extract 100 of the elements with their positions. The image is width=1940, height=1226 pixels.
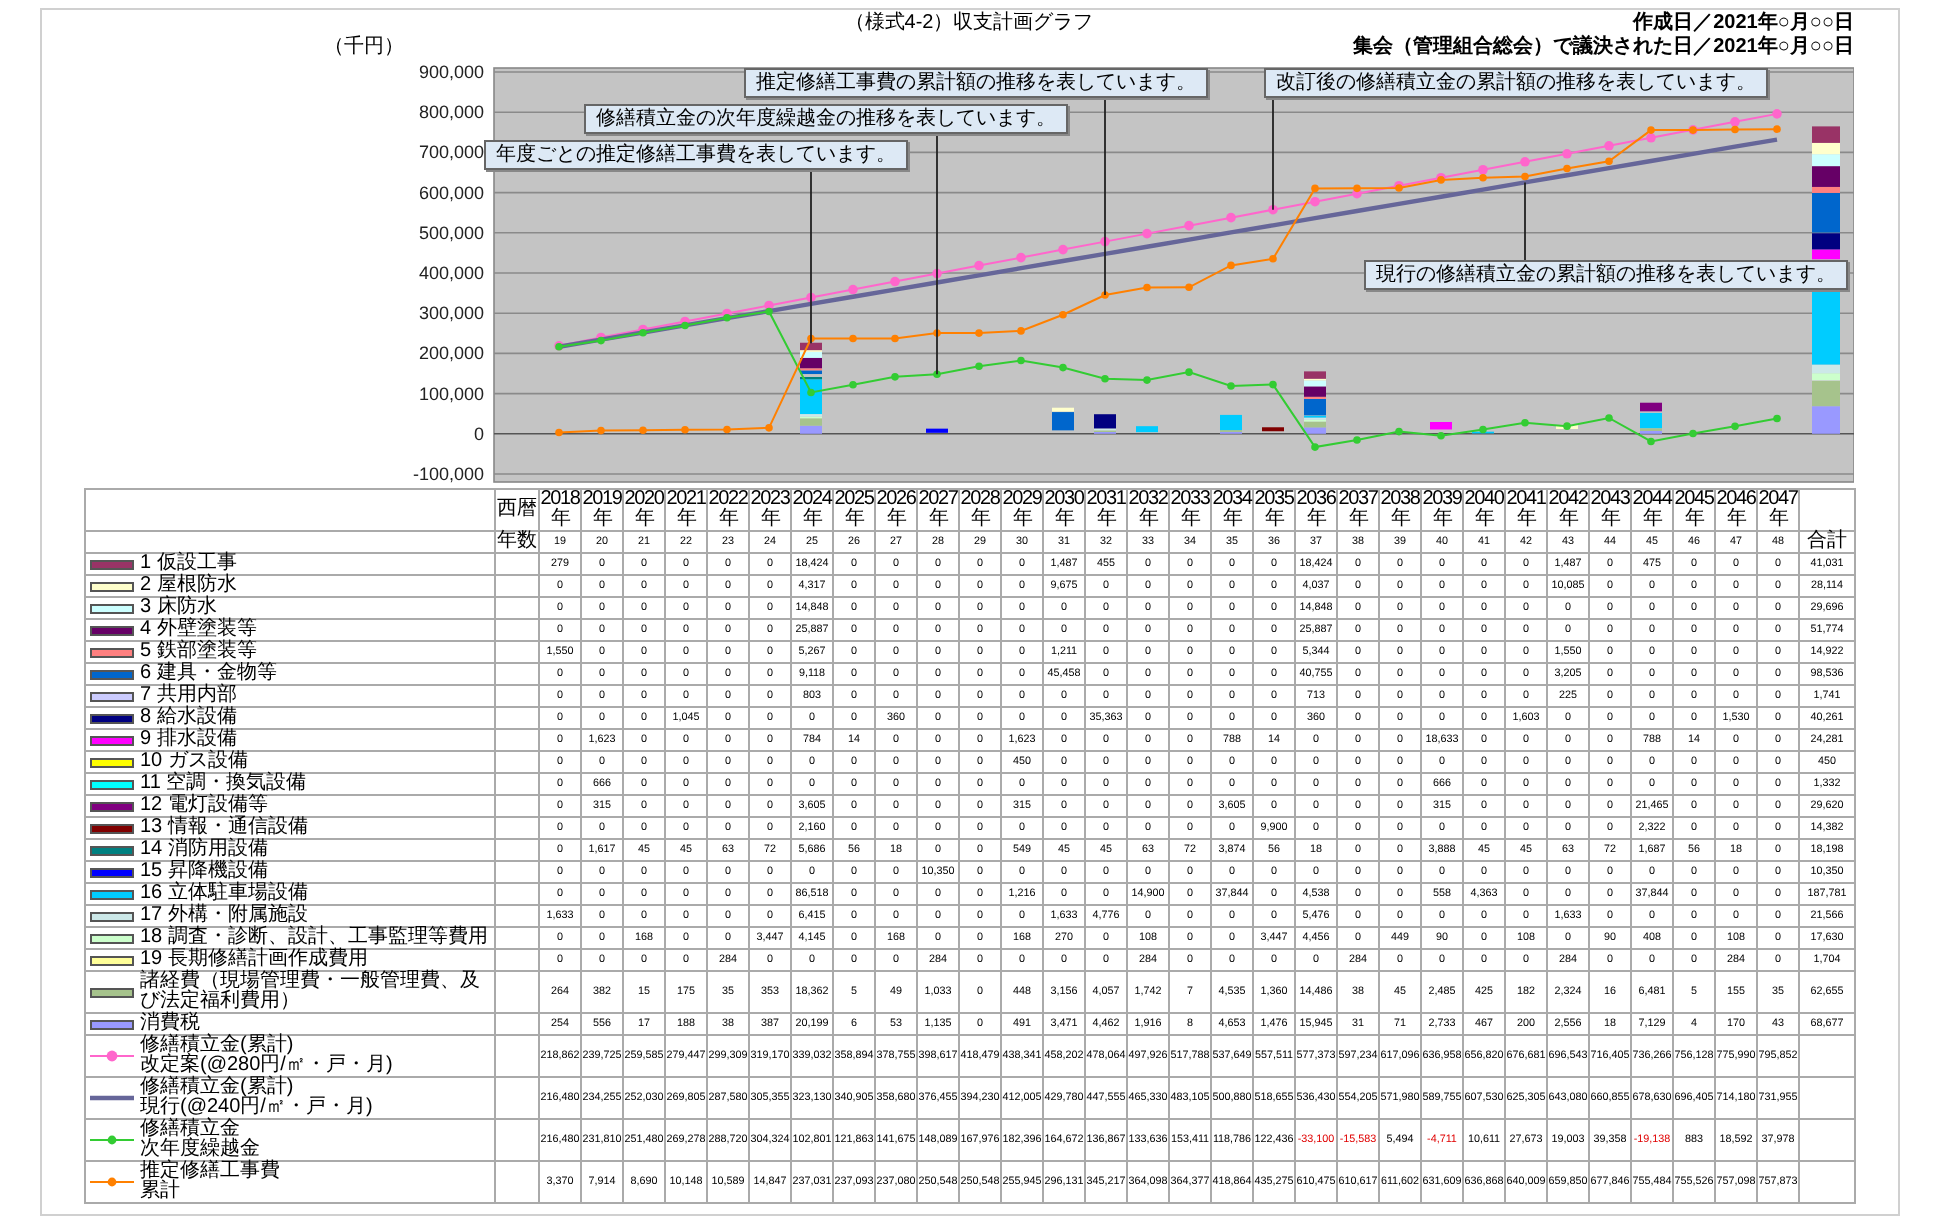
point <box>1058 244 1068 255</box>
bar-segment <box>1812 126 1840 143</box>
point <box>974 260 984 271</box>
point <box>597 426 605 435</box>
row-label: 6 建具・金物等 <box>140 664 277 684</box>
row-label: 16 立体駐車場設備 <box>140 884 308 904</box>
point <box>1520 156 1530 167</box>
point <box>1730 117 1740 127</box>
point <box>890 276 900 287</box>
year-header: 2038年 <box>1379 489 1421 531</box>
callout-note: 修繕積立金の次年度繰越金の推移を表しています。 <box>584 104 1068 134</box>
legend-line-icon <box>90 1176 134 1188</box>
point <box>1521 418 1529 427</box>
point <box>891 334 899 343</box>
point <box>765 307 773 316</box>
axis-label: 500,000 <box>418 222 484 243</box>
row-label: 10 ガス設備 <box>140 752 248 772</box>
point <box>1311 443 1319 451</box>
year-header: 2033年 <box>1169 489 1211 531</box>
year-header: 2019年 <box>581 489 623 531</box>
point <box>1646 133 1656 143</box>
point <box>1731 422 1739 431</box>
point <box>1521 172 1529 181</box>
row-label: 現行(@240円/㎡・戸・月) <box>140 1098 373 1118</box>
year-header: 2046年 <box>1715 489 1757 531</box>
point <box>891 373 899 381</box>
row-label: 3 床防水 <box>140 598 217 618</box>
year-header: 2045年 <box>1673 489 1715 531</box>
point <box>1479 425 1487 434</box>
page-title: （様式4-2）収支計画グラフ <box>844 12 1094 36</box>
point <box>849 334 857 343</box>
point <box>1731 125 1739 134</box>
column-header: 西暦 <box>495 489 539 531</box>
row-label: 2 屋根防水 <box>140 576 237 596</box>
callout-note: 現行の修繕積立金の累計額の推移を表しています。 <box>1364 260 1848 290</box>
bar-segment <box>926 428 948 433</box>
year-header: 2032年 <box>1127 489 1169 531</box>
row-label: 諸経費（現場管理費・一般管理費、及び法定福利費用） <box>140 972 482 1012</box>
point <box>555 428 563 437</box>
axis-label: 0 <box>473 423 484 444</box>
point <box>1773 414 1781 423</box>
year-header: 2041年 <box>1505 489 1547 531</box>
year-header: 2027年 <box>917 489 959 531</box>
row-label: 13 情報・通信設備 <box>140 818 308 838</box>
bar-segment <box>1812 406 1840 434</box>
point <box>1184 220 1194 231</box>
point <box>1605 157 1613 166</box>
point <box>1395 427 1403 436</box>
unit-label: （千円） <box>322 36 404 60</box>
point <box>1647 437 1655 446</box>
point <box>1353 436 1361 444</box>
point <box>1311 184 1319 193</box>
row-label: 修繕積立金 <box>140 1120 240 1140</box>
point <box>723 313 731 322</box>
row-label: 修繕積立金(累計) <box>140 1036 294 1056</box>
year-header: 2030年 <box>1043 489 1085 531</box>
row-label: 次年度繰越金 <box>140 1140 260 1160</box>
row-label: 推定修繕工事費 <box>140 1162 280 1182</box>
row-label: 4 外壁塗装等 <box>140 620 257 640</box>
point <box>1605 414 1613 422</box>
point <box>1647 126 1655 134</box>
callout-note: 改訂後の修繕積立金の累計額の推移を表しています。 <box>1264 68 1768 98</box>
legend-line-icon <box>90 1134 134 1146</box>
point <box>1310 196 1320 207</box>
axis-label: 400,000 <box>418 263 484 283</box>
point <box>1269 255 1277 263</box>
legend-line-icon <box>90 1050 134 1062</box>
point <box>1227 261 1235 270</box>
point <box>681 425 689 434</box>
axis-label: 700,000 <box>418 142 484 163</box>
row-label: 5 鉄部塗装等 <box>140 642 257 662</box>
year-header: 2024年 <box>791 489 833 531</box>
point <box>849 381 857 389</box>
axis-label: -100,000 <box>412 464 484 484</box>
axis-label: 300,000 <box>418 303 484 324</box>
point <box>848 284 858 295</box>
axis-label: 800,000 <box>418 102 484 123</box>
year-header: 2034年 <box>1211 489 1253 531</box>
year-header: 2036年 <box>1295 489 1337 531</box>
callout-note: 年度ごとの推定修繕工事費を表しています。 <box>484 140 908 170</box>
year-header: 2028年 <box>959 489 1001 531</box>
row-label: 修繕積立金(累計) <box>140 1078 294 1098</box>
row-label: 19 長期修繕計画作成費用 <box>140 950 368 970</box>
bar-segment <box>1430 422 1452 430</box>
point <box>765 424 773 432</box>
point <box>1227 382 1235 390</box>
point <box>975 362 983 371</box>
row-label: 改定案(@280円/㎡・戸・月) <box>140 1056 393 1076</box>
year-header: 2025年 <box>833 489 875 531</box>
year-header: 2022年 <box>707 489 749 531</box>
axis-label: 600,000 <box>418 182 484 203</box>
point <box>1353 184 1361 193</box>
point <box>1562 148 1572 159</box>
column-header: 年数 <box>495 531 539 553</box>
year-header: 2020年 <box>623 489 665 531</box>
row-label: 18 調査・診断、設計、工事監理等費用 <box>140 928 488 948</box>
point <box>1059 310 1067 319</box>
point <box>1059 363 1067 372</box>
point <box>1016 252 1026 263</box>
row-label: 17 外構・附属施設 <box>140 906 308 926</box>
